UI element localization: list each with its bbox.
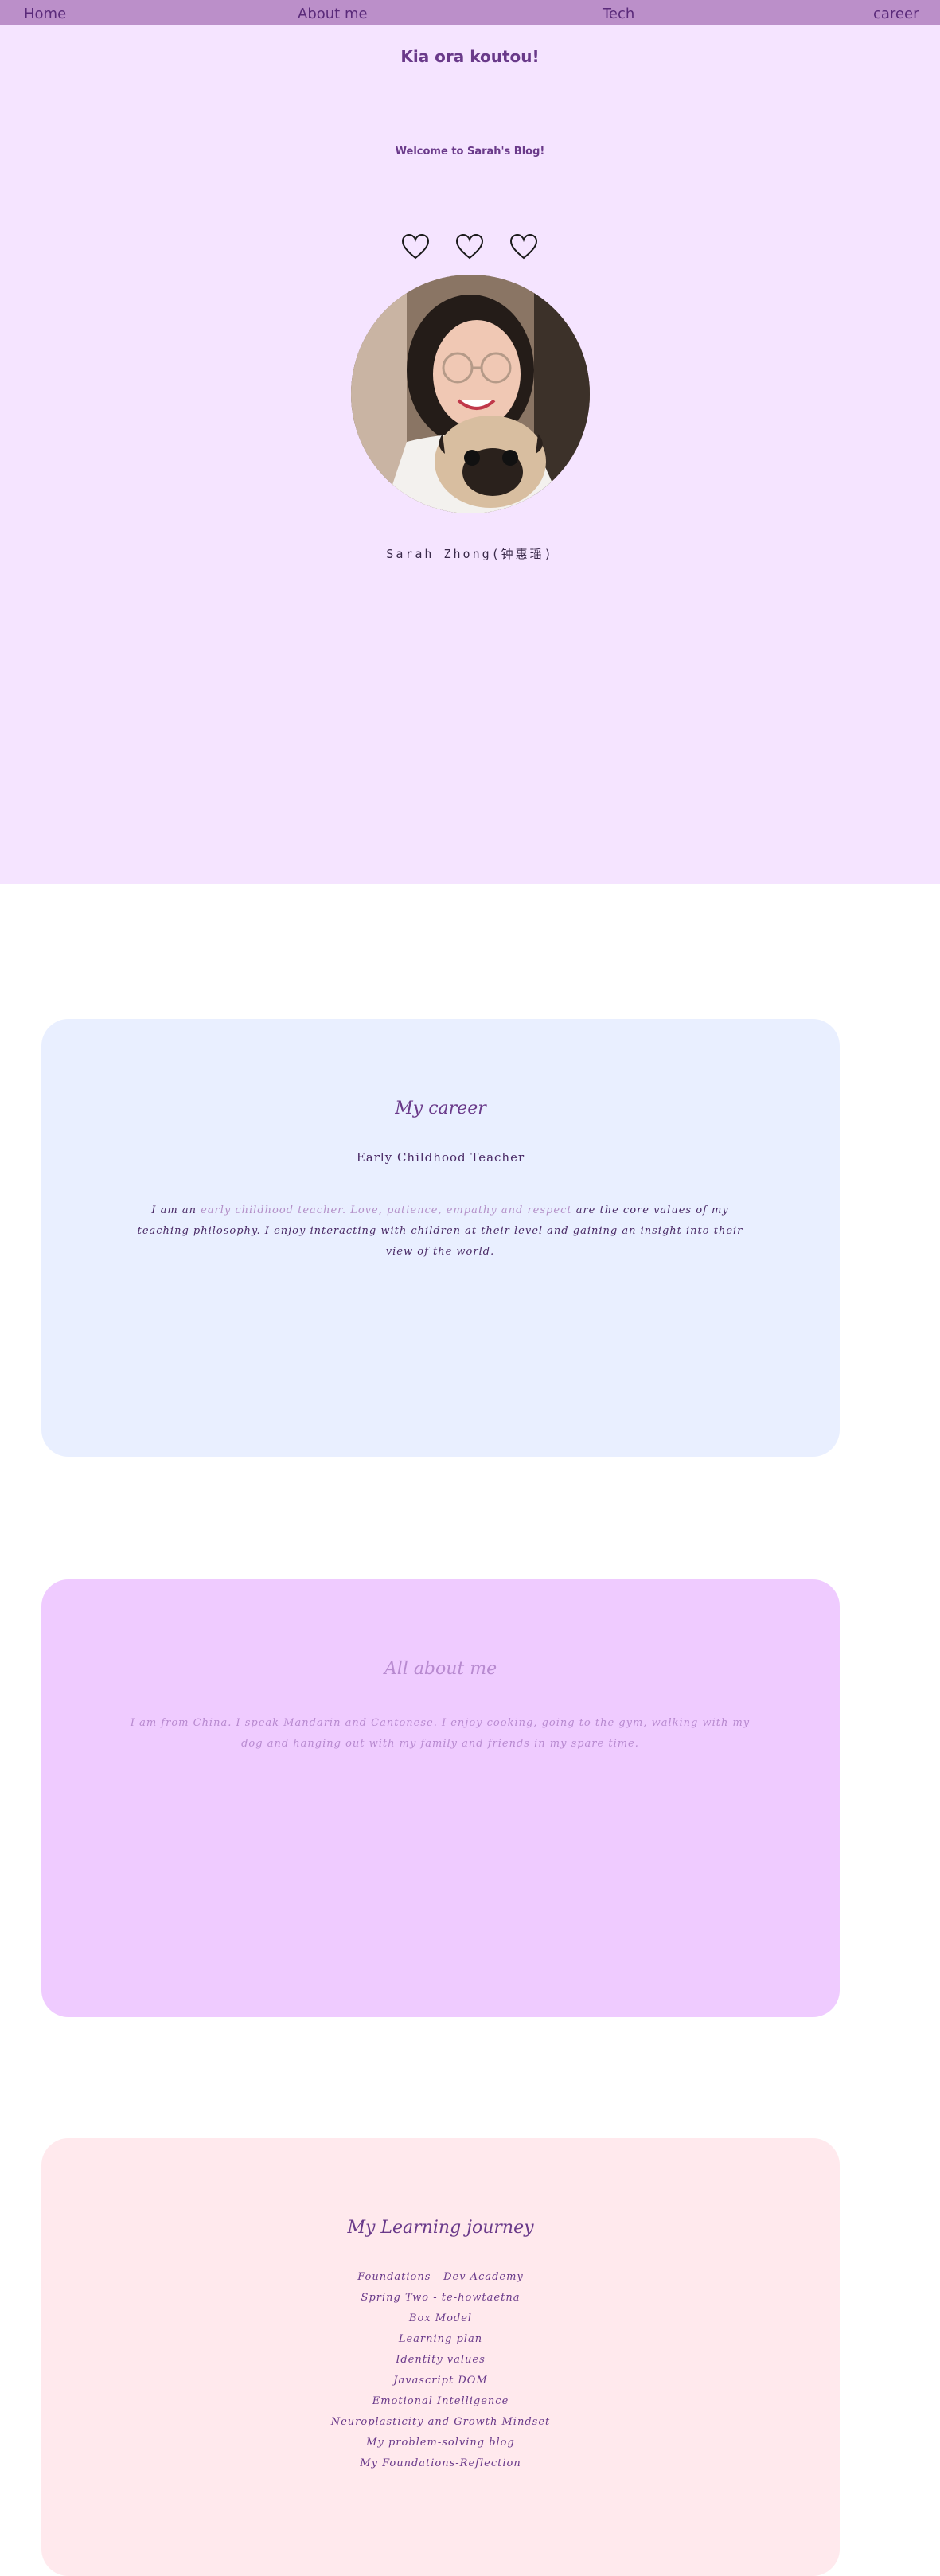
career-card: My career Early Childhood Teacher I am a…	[41, 1019, 840, 1457]
hearts-row	[402, 234, 585, 266]
top-nav: Home About me Tech career	[0, 0, 940, 25]
career-text-highlight: early childhood teacher. Love, patience,…	[201, 1204, 572, 1216]
learning-link-javascript-dom[interactable]: Javascript DOM	[41, 2371, 840, 2391]
learning-link-problem-solving[interactable]: My problem-solving blog	[41, 2433, 840, 2453]
nav-career-link[interactable]: career	[873, 6, 919, 22]
profile-photo-illustration	[351, 275, 590, 513]
learning-link-box-model[interactable]: Box Model	[41, 2309, 840, 2329]
learning-list: Foundations - Dev Academy Spring Two - t…	[41, 2267, 840, 2474]
hero-subtitle: Welcome to Sarah's Blog!	[395, 146, 545, 158]
hero-title: Kia ora koutou!	[400, 47, 540, 66]
learning-link-foundations-reflection[interactable]: My Foundations-Reflection	[41, 2453, 840, 2474]
career-title: My career	[395, 1099, 486, 1118]
learning-card: My Learning journey Foundations - Dev Ac…	[41, 2138, 840, 2576]
nav-about-link[interactable]: About me	[298, 6, 368, 22]
learning-link-learning-plan[interactable]: Learning plan	[41, 2329, 840, 2350]
learning-link-emotional-intelligence[interactable]: Emotional Intelligence	[41, 2391, 840, 2412]
learning-link-identity-values[interactable]: Identity values	[41, 2350, 840, 2371]
profile-photo	[351, 275, 590, 513]
learning-link-spring-two[interactable]: Spring Two - te-howtaetna	[41, 2288, 840, 2309]
author-name: Sarah Zhong(钟惠瑶)	[386, 547, 554, 561]
about-card: All about me I am from China. I speak Ma…	[41, 1579, 840, 2017]
about-description: I am from China. I speak Mandarin and Ca…	[130, 1717, 751, 1750]
learning-link-neuroplasticity[interactable]: Neuroplasticity and Growth Mindset	[41, 2412, 840, 2433]
heart-outline-icon	[456, 234, 483, 260]
career-role: Early Childhood Teacher	[356, 1150, 525, 1165]
career-description: I am an early childhood teacher. Love, p…	[126, 1200, 755, 1263]
nav-home-link[interactable]: Home	[24, 6, 66, 22]
about-title: All about me	[384, 1659, 497, 1679]
career-text-intro: I am an	[151, 1204, 201, 1216]
heart-outline-icon	[510, 234, 537, 260]
nav-tech-link[interactable]: Tech	[603, 6, 634, 22]
heart-outline-icon	[402, 234, 429, 260]
hero-section: Kia ora koutou! Welcome to Sarah's Blog!	[0, 25, 940, 884]
learning-title: My Learning journey	[347, 2218, 534, 2238]
learning-link-foundations[interactable]: Foundations - Dev Academy	[41, 2267, 840, 2288]
